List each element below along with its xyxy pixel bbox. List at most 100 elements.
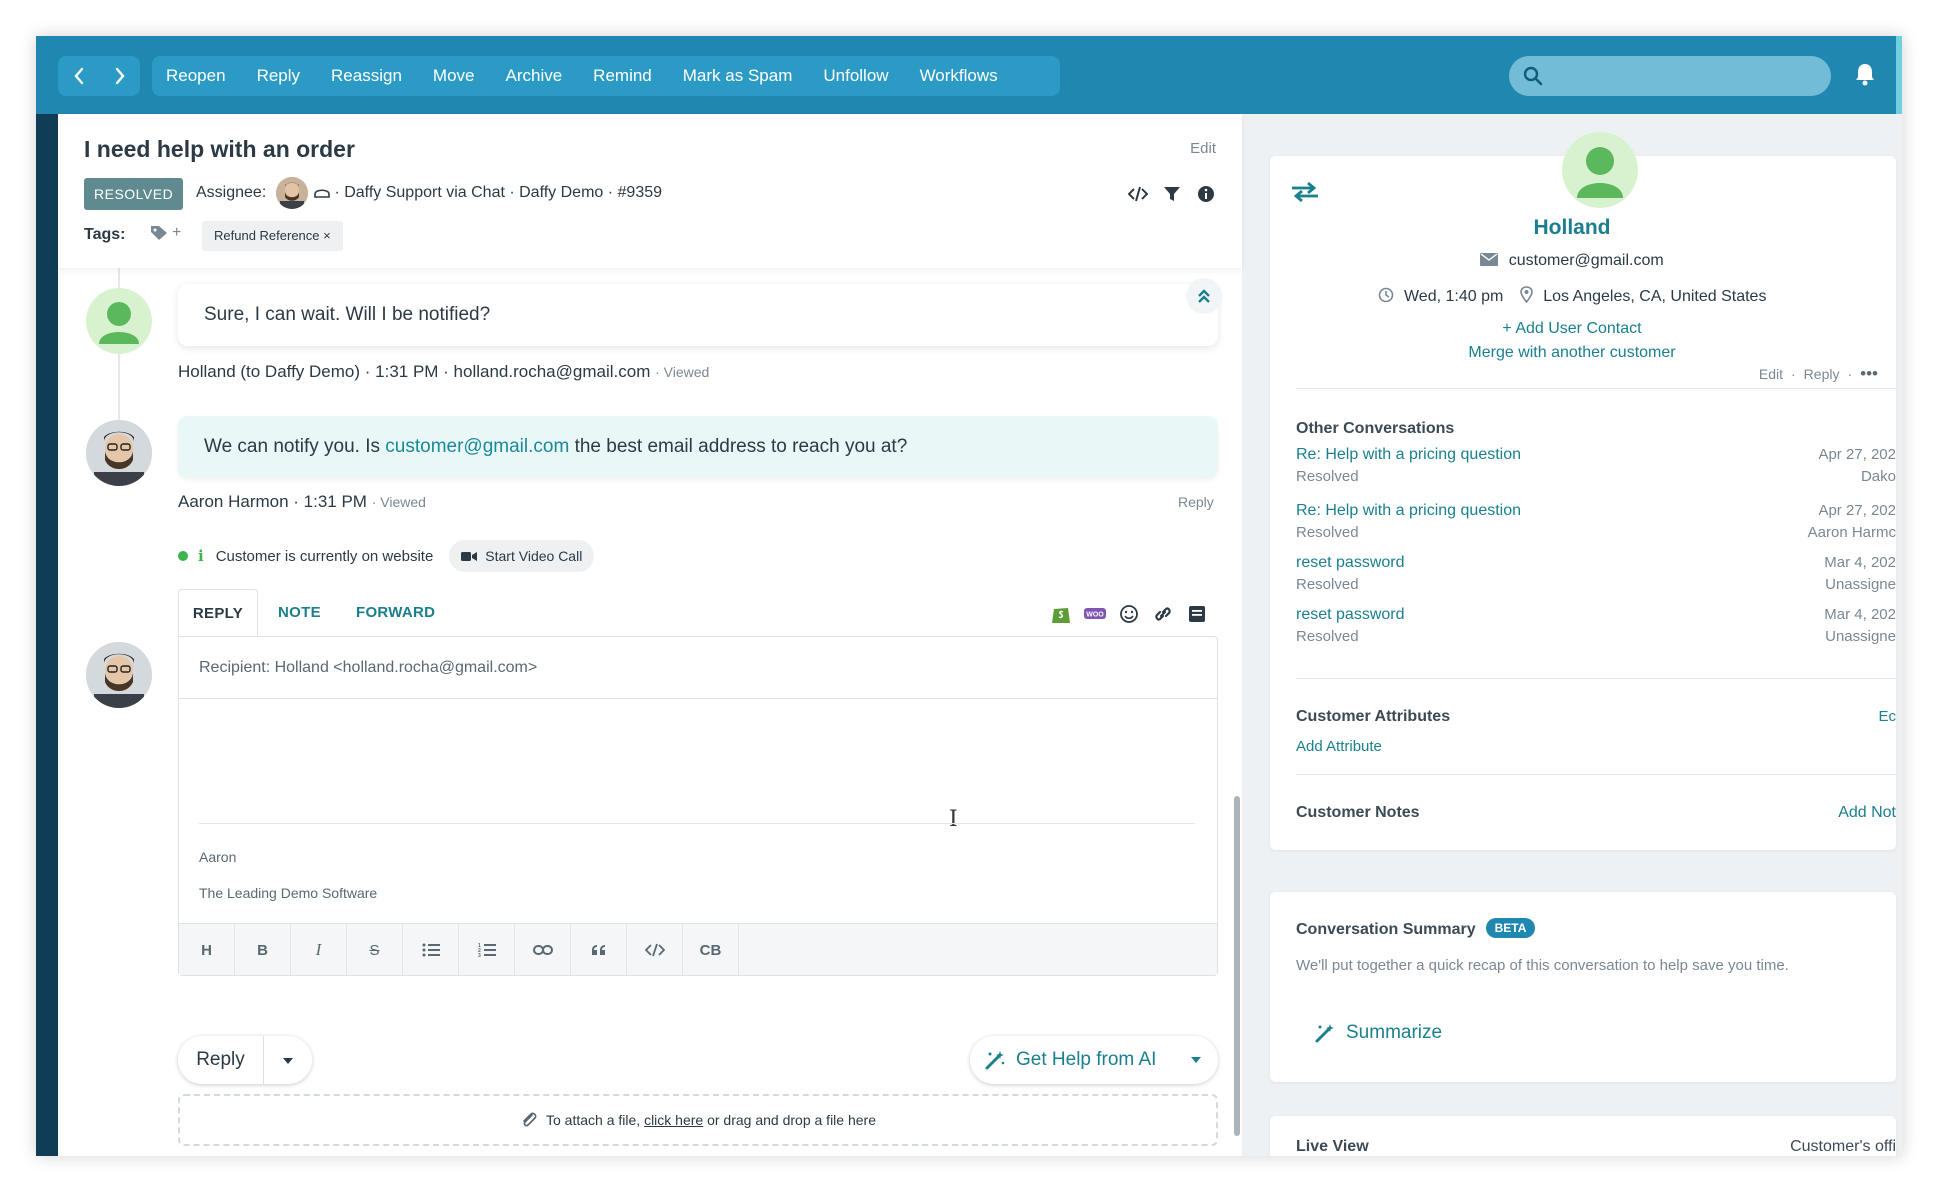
file-drop-zone[interactable]: To attach a file, click here or drag and…: [178, 1094, 1218, 1146]
start-video-call-button[interactable]: Start Video Call: [449, 540, 595, 572]
prev-button[interactable]: [58, 56, 99, 96]
customer-location-text: Los Angeles, CA, United States: [1543, 288, 1767, 305]
heading-button[interactable]: H: [179, 924, 235, 976]
channel-info: · Daffy Support via Chat · Daffy Demo · …: [314, 184, 662, 202]
customer-local-time: Wed, 1:40 pm: [1403, 288, 1504, 305]
code-block-button[interactable]: CB: [683, 924, 739, 976]
add-attribute-link[interactable]: Add Attribute: [1296, 738, 1382, 755]
avatar-man-icon: [86, 420, 152, 486]
code-icon[interactable]: [1128, 184, 1148, 204]
divider: [1296, 388, 1896, 389]
svg-text:WOO: WOO: [1086, 612, 1104, 619]
tab-note[interactable]: NOTE: [278, 589, 321, 637]
shopify-icon[interactable]: [1050, 603, 1072, 625]
other-conversation-status: Resolved: [1296, 576, 1359, 593]
insert-link-button[interactable]: [515, 924, 571, 976]
recipient-field[interactable]: Recipient: Holland <holland.rocha@gmail.…: [179, 637, 1217, 699]
edit-message-link[interactable]: Edit: [1759, 366, 1783, 382]
separator-dot: ·: [1791, 366, 1796, 382]
archive-button[interactable]: Archive: [505, 66, 562, 86]
reply-message-link[interactable]: Reply: [1178, 494, 1214, 510]
email-link[interactable]: customer@gmail.com: [385, 436, 569, 457]
summarize-label: Summarize: [1346, 1022, 1443, 1043]
get-help-from-ai-button[interactable]: Get Help from AI: [970, 1036, 1218, 1084]
send-reply-button[interactable]: Reply: [178, 1036, 264, 1084]
italic-button[interactable]: I: [291, 924, 347, 976]
other-conversation-item[interactable]: reset password Resolved Mar 4, 202 Unass…: [1296, 606, 1896, 650]
other-conversation-item[interactable]: Re: Help with a pricing question Resolve…: [1296, 446, 1896, 490]
unfollow-button[interactable]: Unfollow: [823, 66, 888, 86]
other-conversation-title[interactable]: reset password: [1296, 606, 1405, 624]
collapse-button[interactable]: [1186, 278, 1222, 314]
message-meta-text: Holland (to Daffy Demo) · 1:31 PM · holl…: [178, 362, 651, 381]
reply-action-button[interactable]: Reply: [257, 66, 300, 86]
other-conversation-assignee: Unassigne: [1825, 576, 1896, 593]
envelope-icon: [1480, 253, 1499, 266]
quote-button[interactable]: [571, 924, 627, 976]
add-user-contact-link[interactable]: + Add User Contact: [1242, 320, 1902, 338]
add-note-link[interactable]: Add Not: [1838, 804, 1896, 822]
attach-click-here-link[interactable]: click here: [644, 1112, 703, 1128]
bullet-list-button[interactable]: [403, 924, 459, 976]
quote-icon: [591, 945, 605, 955]
search-input[interactable]: [1509, 56, 1831, 96]
code-block-label: CB: [699, 941, 722, 959]
other-conversation-title[interactable]: reset password: [1296, 554, 1405, 572]
move-button[interactable]: Move: [433, 66, 475, 86]
reopen-button[interactable]: Reopen: [166, 66, 226, 86]
next-button[interactable]: [99, 56, 140, 96]
caret-down-icon[interactable]: [1190, 1056, 1202, 1064]
swap-customer-icon[interactable]: [1290, 180, 1320, 204]
signature-company: The Leading Demo Software: [199, 885, 378, 901]
saved-replies-icon[interactable]: [1186, 603, 1208, 625]
assignee-avatar[interactable]: [276, 177, 308, 209]
edit-title-link[interactable]: Edit: [1190, 140, 1216, 157]
other-conversation-item[interactable]: Re: Help with a pricing question Resolve…: [1296, 502, 1896, 546]
numbered-list-button[interactable]: 123: [459, 924, 515, 976]
other-conversation-title[interactable]: Re: Help with a pricing question: [1296, 502, 1521, 520]
agent-message-meta: Aaron Harmon · 1:31 PM · Viewed: [178, 492, 426, 512]
bell-icon[interactable]: [1854, 62, 1876, 86]
viewed-label: · Viewed: [655, 364, 710, 380]
tags-label: Tags:: [84, 226, 126, 243]
clock-icon: [1378, 287, 1393, 303]
summary-heading: Conversation Summary BETA: [1296, 918, 1536, 939]
code-button[interactable]: [627, 924, 683, 976]
workflows-button[interactable]: Workflows: [920, 66, 998, 86]
heading-label: H: [201, 941, 212, 959]
conversation-scrollbar[interactable]: [1234, 796, 1240, 1136]
code-icon: [644, 943, 665, 957]
merge-customer-link[interactable]: Merge with another customer: [1242, 344, 1902, 362]
reassign-button[interactable]: Reassign: [331, 66, 402, 86]
remind-button[interactable]: Remind: [593, 66, 652, 86]
attach-text: To attach a file, click here or drag and…: [546, 1112, 876, 1128]
edit-attributes-link[interactable]: Ec: [1878, 708, 1896, 725]
customer-email-text: customer@gmail.com: [1508, 252, 1664, 269]
other-conversation-item[interactable]: reset password Resolved Mar 4, 202 Unass…: [1296, 554, 1896, 598]
status-badge[interactable]: RESOLVED: [84, 178, 184, 210]
mark-as-spam-button[interactable]: Mark as Spam: [683, 66, 793, 86]
more-options-button[interactable]: •••: [1860, 364, 1878, 384]
link-icon[interactable]: [1152, 603, 1174, 625]
ai-button-label: Get Help from AI: [1016, 1049, 1157, 1070]
add-tag-button[interactable]: +: [150, 224, 181, 242]
customer-name[interactable]: Holland: [1242, 216, 1902, 240]
header-tools: [1128, 184, 1216, 204]
tab-forward[interactable]: FORWARD: [356, 589, 435, 637]
map-pin-icon: [1519, 286, 1533, 304]
filter-icon[interactable]: [1162, 184, 1182, 204]
tag-chip[interactable]: Refund Reference ×: [202, 221, 343, 251]
reply-message-link[interactable]: Reply: [1804, 366, 1840, 382]
add-tag-plus: +: [172, 224, 182, 241]
strikethrough-button[interactable]: S: [347, 924, 403, 976]
signature-name: Aaron: [199, 849, 237, 865]
other-conversation-date: Apr 27, 202: [1818, 446, 1896, 463]
bold-button[interactable]: B: [235, 924, 291, 976]
tab-reply[interactable]: REPLY: [178, 589, 258, 637]
summarize-button[interactable]: Summarize: [1314, 1022, 1442, 1044]
reply-options-button[interactable]: [264, 1052, 312, 1068]
woocommerce-icon[interactable]: WOO: [1084, 603, 1106, 625]
emoji-icon[interactable]: [1118, 603, 1140, 625]
info-icon[interactable]: [1196, 184, 1216, 204]
other-conversation-title[interactable]: Re: Help with a pricing question: [1296, 446, 1521, 464]
